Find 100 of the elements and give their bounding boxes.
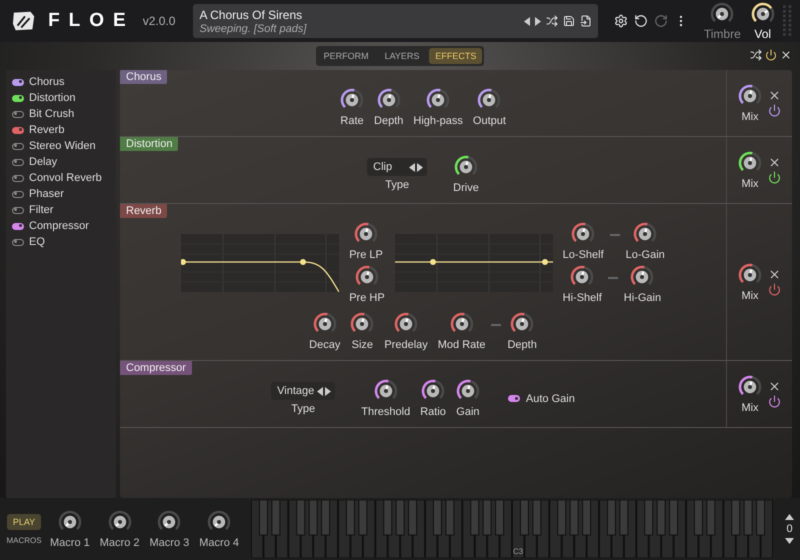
close-icon[interactable] (768, 89, 781, 102)
effect-label[interactable]: EQ (29, 236, 45, 248)
section-title: Chorus (120, 70, 168, 84)
knob-label: Drive (453, 182, 479, 194)
knob-label: Hi-Shelf (562, 292, 602, 304)
octave-up-icon[interactable] (785, 514, 794, 520)
logo-icon (12, 10, 36, 32)
toggle-switch[interactable] (12, 110, 24, 118)
knob-label: Macro 2 (100, 536, 140, 548)
key-label: C3 (513, 547, 524, 556)
power-icon[interactable] (768, 395, 781, 408)
section-title: Reverb (120, 204, 168, 218)
knob-label: Macro 1 (50, 536, 90, 548)
toggle-switch[interactable] (12, 142, 24, 150)
preset-name: A Chorus Of Sirens (199, 8, 304, 22)
effect-label[interactable]: Stereo Widen (29, 140, 96, 152)
previous-icon[interactable] (524, 16, 530, 26)
knob-label: Pre LP (349, 249, 383, 261)
knob-label: Lo-Gain (626, 249, 665, 261)
tab[interactable]: PERFORM (318, 48, 375, 64)
knob-label: Macro 4 (199, 536, 239, 548)
effect-label[interactable]: Bit Crush (29, 108, 74, 120)
knob-label: Lo-Shelf (562, 249, 604, 261)
toggle-switch[interactable] (12, 190, 24, 198)
power-icon[interactable] (768, 283, 781, 296)
toggle-switch[interactable] (12, 222, 24, 230)
close-icon[interactable] (768, 156, 781, 169)
knob-label: Mix (741, 110, 759, 122)
version-label: v2.0.0 (142, 14, 176, 28)
toggle-switch[interactable] (12, 174, 24, 182)
knob-label: High-pass (413, 115, 463, 127)
preset-display[interactable]: A Chorus Of Sirens Sweeping. [Soft pads] (193, 4, 598, 38)
close-icon[interactable] (780, 49, 792, 61)
knob-label: Macro 3 (150, 536, 190, 548)
knob-label: Ratio (420, 406, 446, 418)
effect-label[interactable]: Reverb (29, 124, 64, 136)
undo-icon[interactable] (634, 14, 648, 28)
toggle-label: Auto Gain (526, 392, 575, 404)
knob-label: Depth (507, 339, 537, 351)
macros-label: MACROS (6, 536, 42, 544)
import-icon[interactable] (580, 15, 592, 27)
knob-label: Vol (754, 26, 772, 40)
effect-label[interactable]: Filter (29, 204, 54, 216)
toggle-switch[interactable] (12, 238, 24, 246)
knob-label: Mix (741, 178, 759, 190)
knob-label: Decay (309, 339, 340, 351)
knob-label: Pre HP (349, 292, 385, 304)
next-icon[interactable] (534, 16, 541, 26)
tab[interactable]: LAYERS (378, 48, 426, 64)
knob-label: Depth (374, 115, 404, 127)
effect-label[interactable]: Distortion (29, 92, 76, 104)
settings-icon[interactable] (614, 14, 628, 28)
knob-label: Hi-Gain (624, 292, 662, 304)
caret-right-icon[interactable] (325, 386, 332, 396)
tab[interactable]: EFFECTS (429, 48, 482, 64)
knob-label: Mix (741, 402, 759, 414)
caret-right-icon[interactable] (417, 162, 424, 172)
toggle-switch[interactable] (12, 126, 24, 134)
toggle-switch[interactable] (12, 78, 24, 86)
power-icon[interactable] (768, 171, 781, 184)
caret-left-icon[interactable] (317, 386, 324, 396)
toggle-switch[interactable] (508, 395, 520, 402)
knob-label: Predelay (384, 339, 428, 351)
knob-label: Threshold (361, 406, 410, 418)
effect-label[interactable]: Convol Reverb (29, 172, 102, 184)
close-icon[interactable] (768, 268, 781, 281)
knob-label: Size (352, 339, 374, 351)
play-button[interactable]: PLAY (6, 514, 42, 530)
section-title: Distortion (120, 137, 178, 151)
toggle-switch[interactable] (12, 206, 24, 214)
shuffle-icon[interactable] (546, 15, 558, 27)
filter-graph[interactable] (181, 234, 340, 292)
knob-label: Gain (456, 406, 480, 418)
selector-label: Type (385, 179, 410, 191)
toggle-switch[interactable] (12, 158, 24, 166)
filter-graph[interactable] (394, 234, 553, 292)
preset-description: Sweeping. [Soft pads] (199, 22, 308, 34)
type-selector[interactable]: Vintage (271, 382, 336, 400)
effect-label[interactable]: Chorus (29, 76, 64, 88)
toggle-switch[interactable] (12, 94, 24, 102)
type-selector[interactable]: Clip (367, 158, 428, 176)
knob-label: Mod Rate (438, 339, 486, 351)
power-icon[interactable] (765, 49, 777, 61)
effect-label[interactable]: Delay (29, 156, 58, 168)
effect-label[interactable]: Phaser (29, 188, 64, 200)
selector-label: Type (291, 403, 316, 415)
level-meter-icon (782, 4, 792, 38)
power-icon[interactable] (768, 104, 781, 117)
octave-value: 0 (786, 523, 793, 535)
effect-label[interactable]: Compressor (29, 220, 89, 232)
knob-label: Timbre (704, 26, 741, 40)
redo-icon[interactable] (654, 14, 668, 28)
knob-label: Mix (741, 290, 759, 302)
app-logo: FLOE (48, 10, 135, 32)
shuffle-icon[interactable] (750, 49, 762, 61)
save-icon[interactable] (562, 15, 575, 27)
caret-left-icon[interactable] (409, 162, 416, 172)
octave-down-icon[interactable] (785, 538, 794, 544)
close-icon[interactable] (768, 380, 781, 393)
section-title: Compressor (120, 361, 192, 375)
